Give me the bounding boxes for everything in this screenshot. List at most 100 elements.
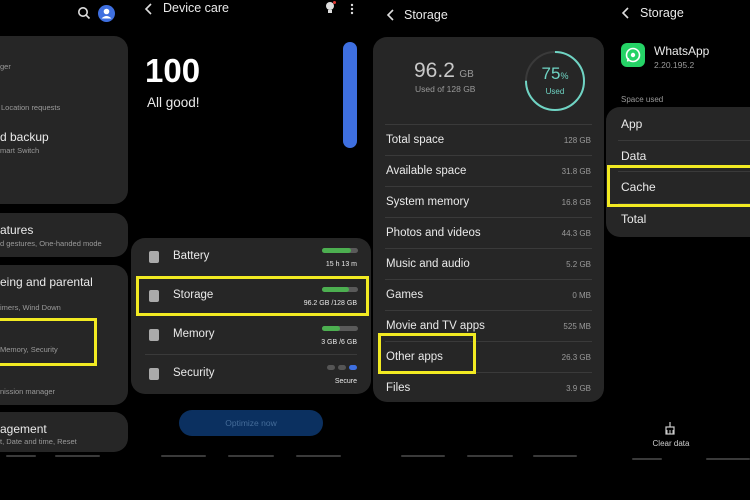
nav-bar xyxy=(6,455,36,457)
storage-row-label: Music and audio xyxy=(386,258,470,270)
device-care-item-bar xyxy=(322,248,358,253)
row-divider xyxy=(385,186,592,187)
space-used-row-label: App xyxy=(621,117,643,131)
storage-row-value: 128 GB xyxy=(563,136,591,145)
storage-row-value: 26.3 GB xyxy=(561,353,591,362)
nav-bar xyxy=(296,455,341,457)
storage-used-of: Used of 128 GB xyxy=(415,84,476,94)
storage-row[interactable]: Available space 31.8 GB xyxy=(373,155,604,186)
settings-item-title: eing and parental xyxy=(0,275,93,289)
storage-row[interactable]: Photos and videos 44.3 GB xyxy=(373,217,604,248)
settings-item-title: atures xyxy=(0,223,34,237)
settings-item-sub: ger xyxy=(0,62,11,71)
settings-item-title: agement xyxy=(0,422,47,436)
row-divider xyxy=(385,155,592,156)
back-arrow-icon[interactable] xyxy=(386,8,396,21)
storage-percent-sign: % xyxy=(560,71,569,81)
storage-row-value: 16.8 GB xyxy=(561,198,591,207)
storage-percent: 75% xyxy=(523,64,587,84)
more-options-icon[interactable] xyxy=(350,2,354,15)
back-arrow-icon[interactable] xyxy=(621,6,631,19)
device-care-list: Battery 15 h 13 m Storage 96.2 GB /128 GB Me… xyxy=(131,238,371,394)
storage-row-label: System memory xyxy=(386,196,470,208)
optimize-now-button[interactable]: Optimize now xyxy=(179,410,323,436)
app-version: 2.20.195.2 xyxy=(654,60,695,70)
profile-icon[interactable] xyxy=(98,5,115,22)
nav-bar xyxy=(467,455,513,457)
device-care-item-bar-fill xyxy=(322,326,340,331)
storage-row-label: Movie and TV apps xyxy=(386,320,485,332)
storage-percent-value: 75 xyxy=(541,64,561,83)
settings-card-connections[interactable]: ger Location requests d backup mart Swit… xyxy=(0,36,128,204)
nav-bar xyxy=(401,455,445,457)
battery-icon xyxy=(149,251,159,263)
device-care-item-value: 15 h 13 m xyxy=(325,261,357,268)
storage-usage-ring: 75% Used xyxy=(523,49,587,113)
storage-row-label: Total space xyxy=(386,134,445,146)
settings-card-features[interactable]: atures d gestures, One-handed mode xyxy=(0,213,128,257)
settings-item-sub: d gestures, One-handed mode xyxy=(0,239,102,248)
back-arrow-icon[interactable] xyxy=(144,2,154,15)
page-title: Device care xyxy=(163,1,229,15)
row-divider xyxy=(618,139,750,141)
storage-row-value: 5.2 GB xyxy=(566,260,591,269)
space-used-row: App xyxy=(606,108,750,140)
settings-panel: ger Location requests d backup mart Swit… xyxy=(0,0,130,500)
settings-item-sub: imers, Wind Down xyxy=(0,303,61,312)
storage-row[interactable]: Music and audio 5.2 GB xyxy=(373,248,604,279)
nav-bar xyxy=(161,455,206,457)
app-name: WhatsApp xyxy=(654,44,710,58)
storage-row-label: Photos and videos xyxy=(386,227,481,239)
settings-item-sub: Location requests xyxy=(1,103,61,112)
clear-data-icon[interactable] xyxy=(663,421,677,435)
device-care-item-value: Secure xyxy=(334,378,357,385)
device-care-score: 100 xyxy=(145,52,201,89)
section-header: Space used xyxy=(621,95,664,104)
page-title: Storage xyxy=(640,6,684,20)
storage-row[interactable]: Total space 128 GB xyxy=(373,124,604,155)
highlight-device-care xyxy=(0,318,97,366)
nav-bar xyxy=(706,458,750,460)
device-care-item-bar-fill xyxy=(322,248,351,253)
nav-bar xyxy=(55,455,100,457)
row-divider xyxy=(385,217,592,218)
storage-used-number: 96.2 xyxy=(414,59,455,82)
settings-item-sub: mart Switch xyxy=(0,146,40,155)
memory-icon xyxy=(149,329,159,341)
clear-data-button[interactable]: Clear data xyxy=(646,439,696,448)
device-care-status: All good! xyxy=(147,95,200,110)
nav-bar xyxy=(228,455,274,457)
battery-row[interactable]: Battery 15 h 13 m xyxy=(131,238,371,277)
space-used-row: Total xyxy=(606,202,750,235)
storage-row-label: Games xyxy=(386,289,424,301)
settings-card-management[interactable]: agement t, Date and time, Reset xyxy=(0,412,128,452)
row-divider xyxy=(385,124,592,125)
storage-row-value: 44.3 GB xyxy=(561,229,591,238)
tips-lightbulb-icon[interactable] xyxy=(324,1,336,14)
storage-row[interactable]: Files 3.9 GB xyxy=(373,372,604,403)
settings-item-sub: nission manager xyxy=(0,387,56,396)
storage-used-unit: GB xyxy=(459,69,474,80)
storage-row-value: 31.8 GB xyxy=(561,167,591,176)
settings-item-title: d backup xyxy=(0,130,49,144)
app-storage-panel: Storage WhatsApp 2.20.195.2 Space used A… xyxy=(606,0,750,500)
memory-row[interactable]: Memory 3 GB /6 GB xyxy=(131,316,371,355)
score-bar xyxy=(343,42,357,148)
row-divider xyxy=(385,310,592,311)
space-used-row-label: Data xyxy=(621,148,647,163)
storage-row-label: Files xyxy=(386,382,411,394)
device-care-item-label: Battery xyxy=(173,250,210,262)
highlight-other-apps xyxy=(378,333,476,374)
search-icon[interactable] xyxy=(77,6,91,20)
device-care-item-label: Memory xyxy=(173,328,215,340)
highlight-cache xyxy=(607,165,750,207)
nav-bar xyxy=(632,458,662,460)
storage-row[interactable]: Games 0 MB xyxy=(373,279,604,310)
security-row[interactable]: Security Secure xyxy=(131,355,371,394)
storage-row-label: Available space xyxy=(386,165,467,177)
nav-bar xyxy=(533,455,577,457)
status-dot xyxy=(349,365,357,370)
storage-row[interactable]: System memory 16.8 GB xyxy=(373,186,604,217)
whatsapp-icon xyxy=(621,43,645,67)
storage-row-value: 0 MB xyxy=(572,291,591,300)
